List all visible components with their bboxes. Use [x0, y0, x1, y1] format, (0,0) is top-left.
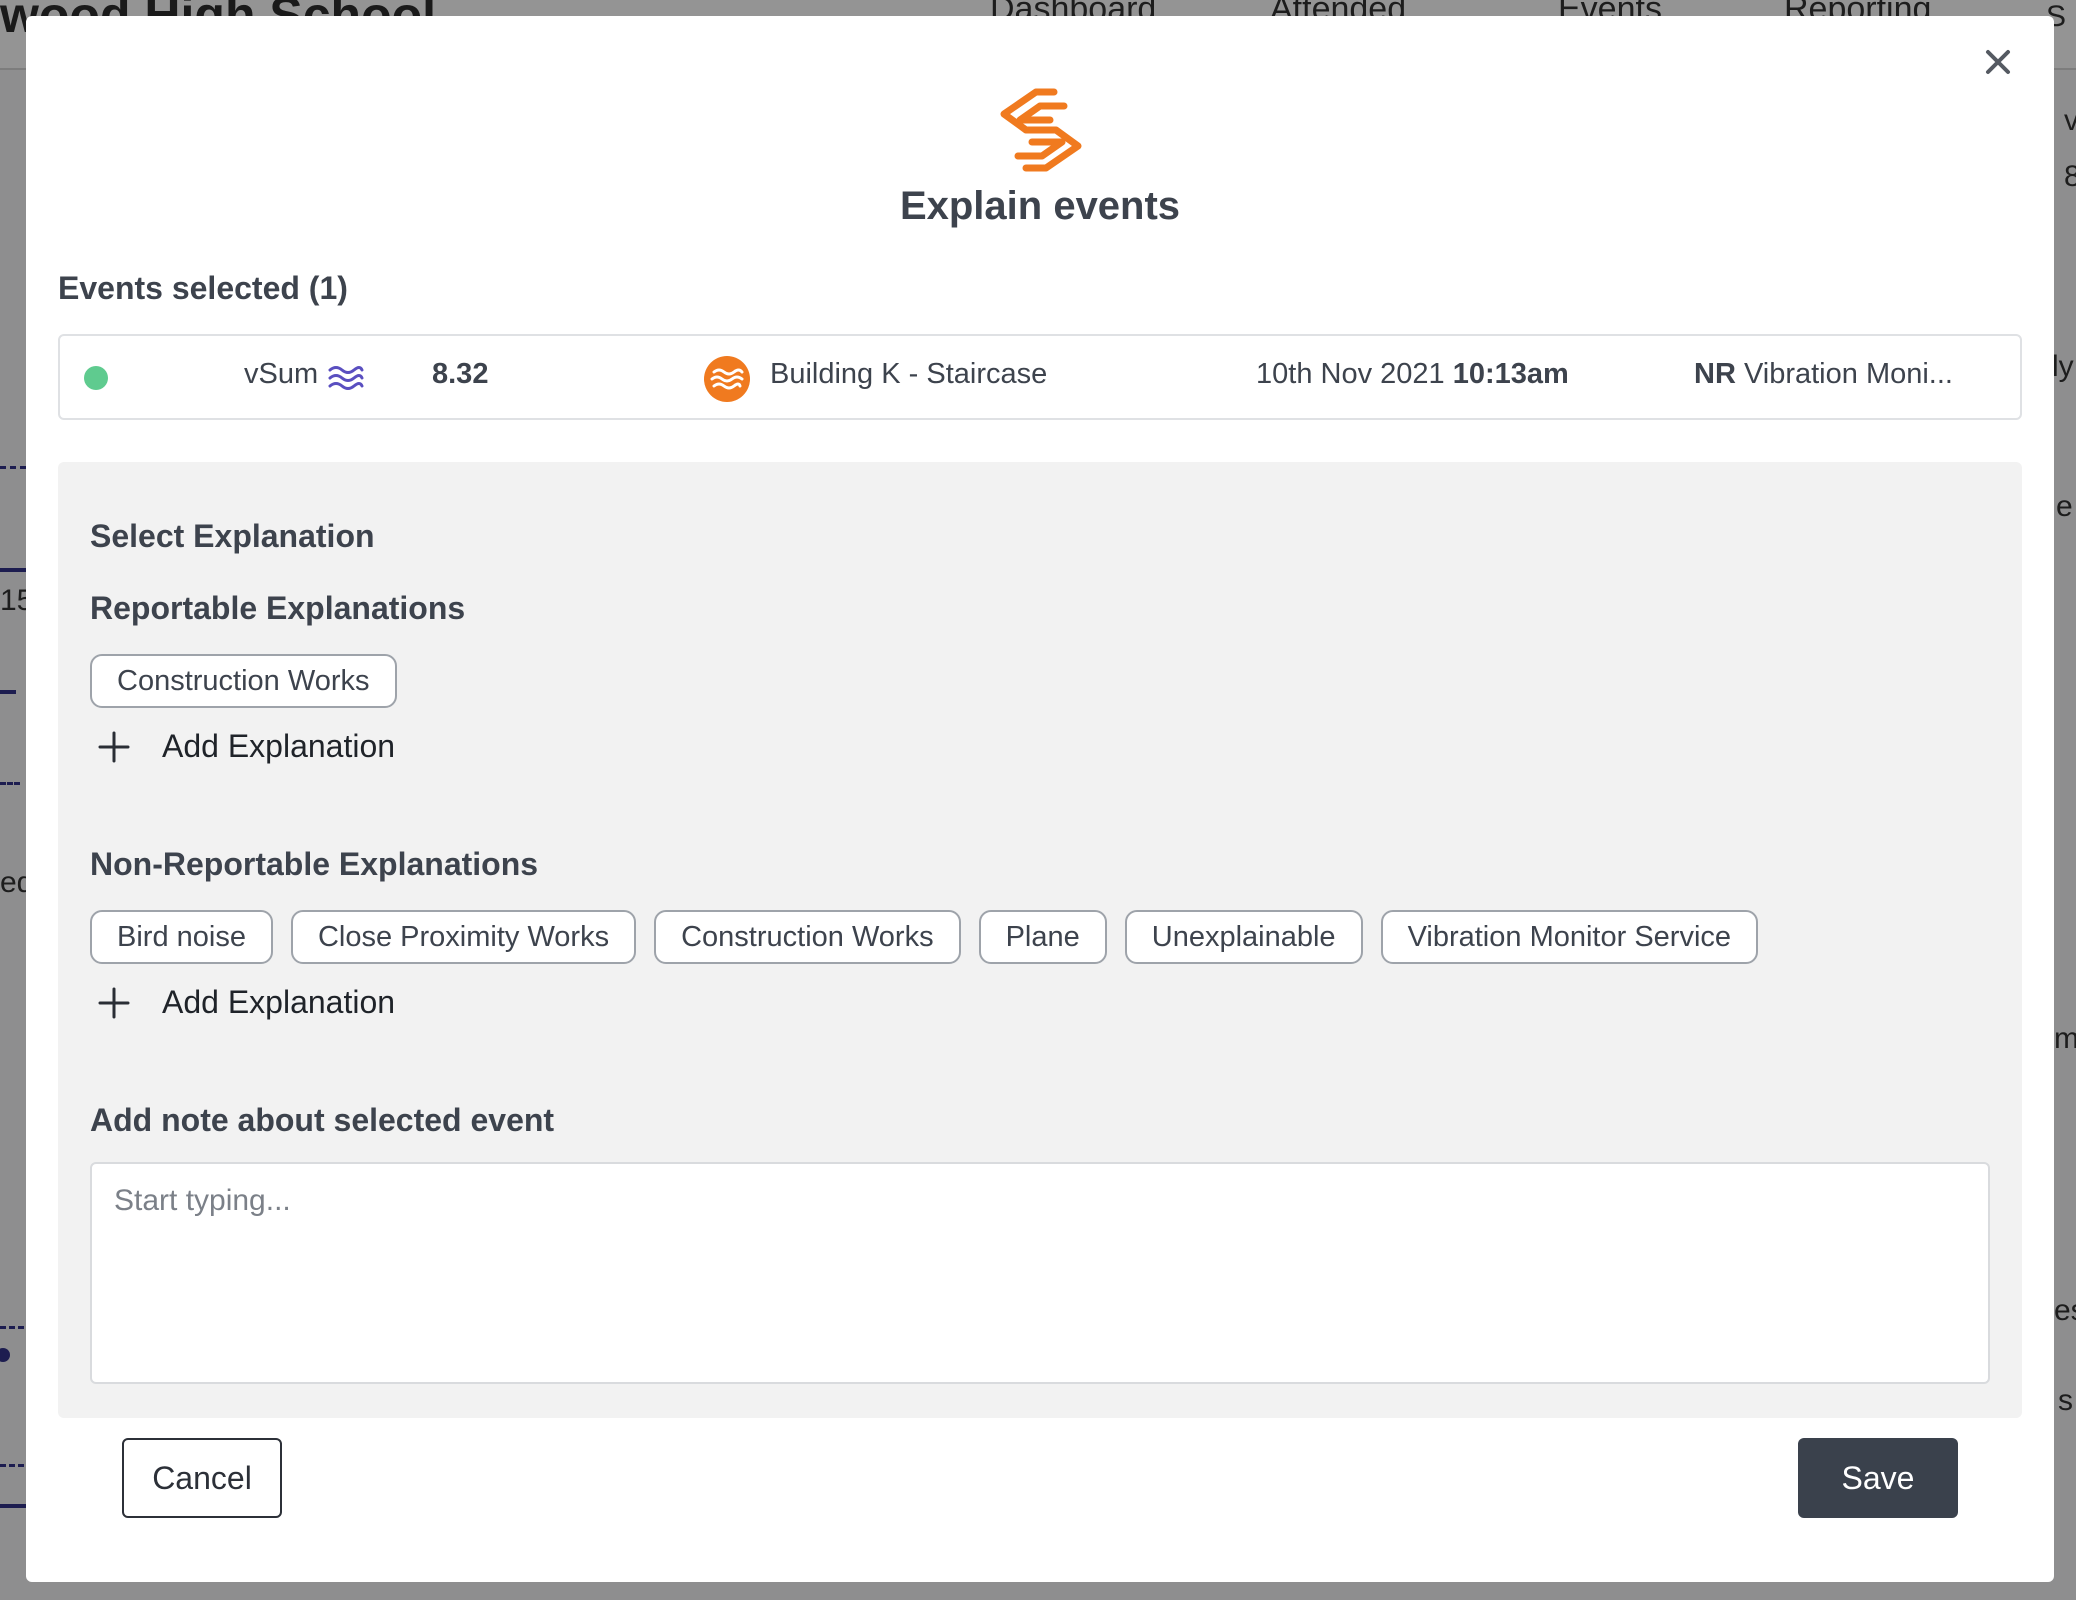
add-explanation-label: Add Explanation	[162, 984, 396, 1020]
chip-close-proximity-works[interactable]: Close Proximity Works	[290, 910, 637, 964]
event-time: 10:13am	[1452, 358, 1569, 390]
location-wave-icon	[704, 356, 750, 402]
cancel-button[interactable]: Cancel	[122, 1438, 282, 1518]
add-reportable-explanation-button[interactable]: Add Explanation	[98, 728, 395, 765]
monitor-name: Vibration Moni...	[1743, 358, 1953, 390]
brand-logo-icon	[1000, 88, 1082, 172]
event-date: 10th Nov 2021	[1256, 358, 1445, 390]
event-datetime: 10th Nov 2021 10:13am	[1256, 358, 1569, 391]
non-reportable-explanations-title: Non-Reportable Explanations	[90, 846, 539, 882]
event-value: 8.32	[432, 358, 489, 390]
chip-unexplainable[interactable]: Unexplainable	[1124, 910, 1363, 964]
modal-title: Explain events	[899, 184, 1181, 228]
status-dot	[84, 366, 108, 390]
explain-events-modal: Explain events Events selected (1) vSum …	[26, 16, 2054, 1582]
plus-icon	[98, 731, 130, 762]
note-label: Add note about selected event	[90, 1102, 555, 1138]
vibration-wave-icon	[328, 366, 364, 390]
event-location: Building K - Staircase	[770, 358, 1048, 390]
chip-construction-works[interactable]: Construction Works	[654, 910, 961, 964]
event-monitor: NR Vibration Moni...	[1694, 358, 1953, 391]
select-explanation-title: Select Explanation	[90, 518, 375, 554]
chip-vibration-monitor-service[interactable]: Vibration Monitor Service	[1380, 910, 1759, 964]
reportable-chip-list: Construction Works	[90, 654, 397, 708]
reportable-explanations-title: Reportable Explanations	[90, 590, 466, 626]
add-non-reportable-explanation-button[interactable]: Add Explanation	[98, 984, 395, 1021]
selected-event-row: vSum 8.32 Building K - Staircase 10th No…	[58, 334, 2022, 420]
close-button[interactable]	[1970, 34, 2026, 90]
event-note-textarea[interactable]	[90, 1162, 1990, 1384]
chip-construction-works[interactable]: Construction Works	[90, 654, 397, 708]
non-reportable-chip-list: Bird noise Close Proximity Works Constru…	[90, 910, 1759, 964]
chip-plane[interactable]: Plane	[978, 910, 1107, 964]
events-selected-label: Events selected (1)	[58, 270, 348, 306]
plus-icon	[98, 987, 130, 1018]
close-icon	[1986, 50, 2010, 74]
chip-bird-noise[interactable]: Bird noise	[90, 910, 273, 964]
explanation-panel: Select Explanation Reportable Explanatio…	[58, 462, 2022, 1418]
monitor-prefix: NR	[1694, 358, 1736, 390]
event-metric: vSum	[244, 358, 319, 390]
save-button[interactable]: Save	[1798, 1438, 1958, 1518]
add-explanation-label: Add Explanation	[162, 728, 396, 764]
